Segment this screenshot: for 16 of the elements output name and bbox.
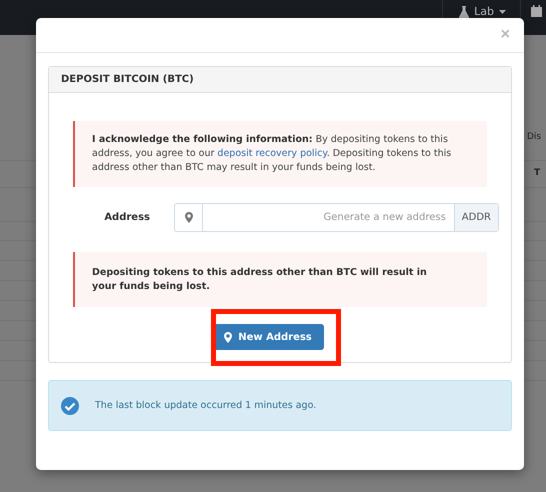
calendar-icon[interactable] xyxy=(531,5,542,17)
lab-menu[interactable]: Lab xyxy=(443,3,520,20)
flask-icon xyxy=(459,6,470,18)
address-label: Address xyxy=(103,212,151,223)
info-text: The last block update occurred 1 minutes ago. xyxy=(95,400,316,411)
pin-icon xyxy=(224,332,232,342)
policy-link[interactable]: deposit recovery policy xyxy=(217,148,327,159)
check-circle-icon xyxy=(61,396,79,414)
table-header: T xyxy=(534,168,540,178)
addr-addon: ADDR xyxy=(454,204,498,231)
address-field[interactable]: Generate a new address ADDR xyxy=(174,203,499,232)
column-label: Dis xyxy=(527,132,542,142)
warning-notice: Depositing tokens to this address other than BTC will result in your funds being lost. xyxy=(73,252,487,307)
caret-icon xyxy=(499,10,506,14)
acknowledge-notice: I acknowledge the following information: By depositing tokens to this address, you agree to our deposit recovery policy. Depositing tokens to this address other than BTC may result in your funds being lost. xyxy=(73,121,487,187)
panel-title: DEPOSIT BITCOIN (BTC) xyxy=(49,67,511,93)
